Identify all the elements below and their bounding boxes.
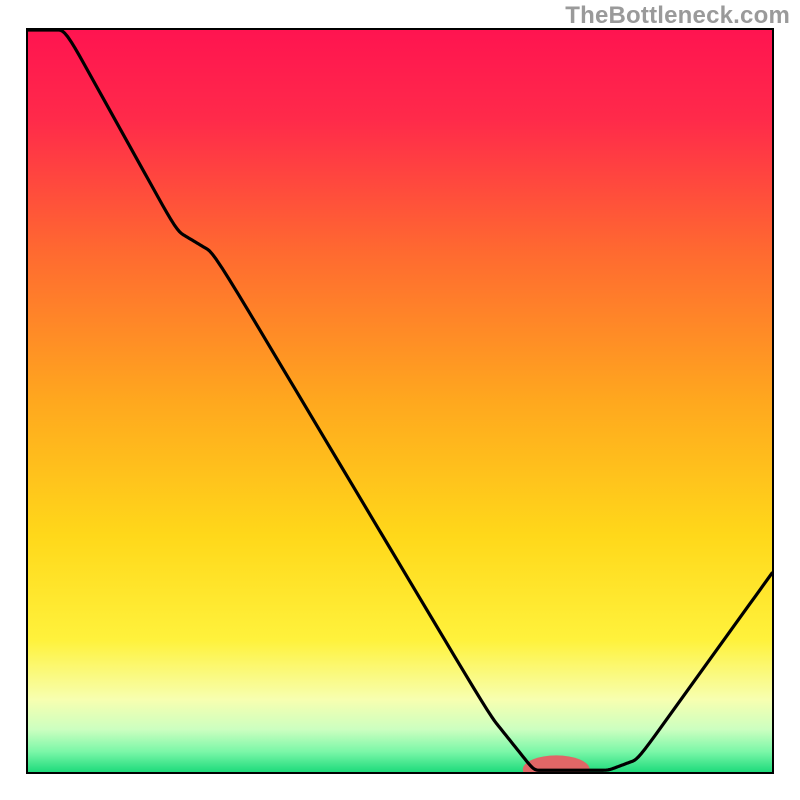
- gradient-background: [28, 30, 772, 774]
- plot-area: [26, 28, 774, 774]
- watermark-text: TheBottleneck.com: [565, 2, 790, 30]
- chart-wrapper: TheBottleneck.com: [0, 0, 800, 800]
